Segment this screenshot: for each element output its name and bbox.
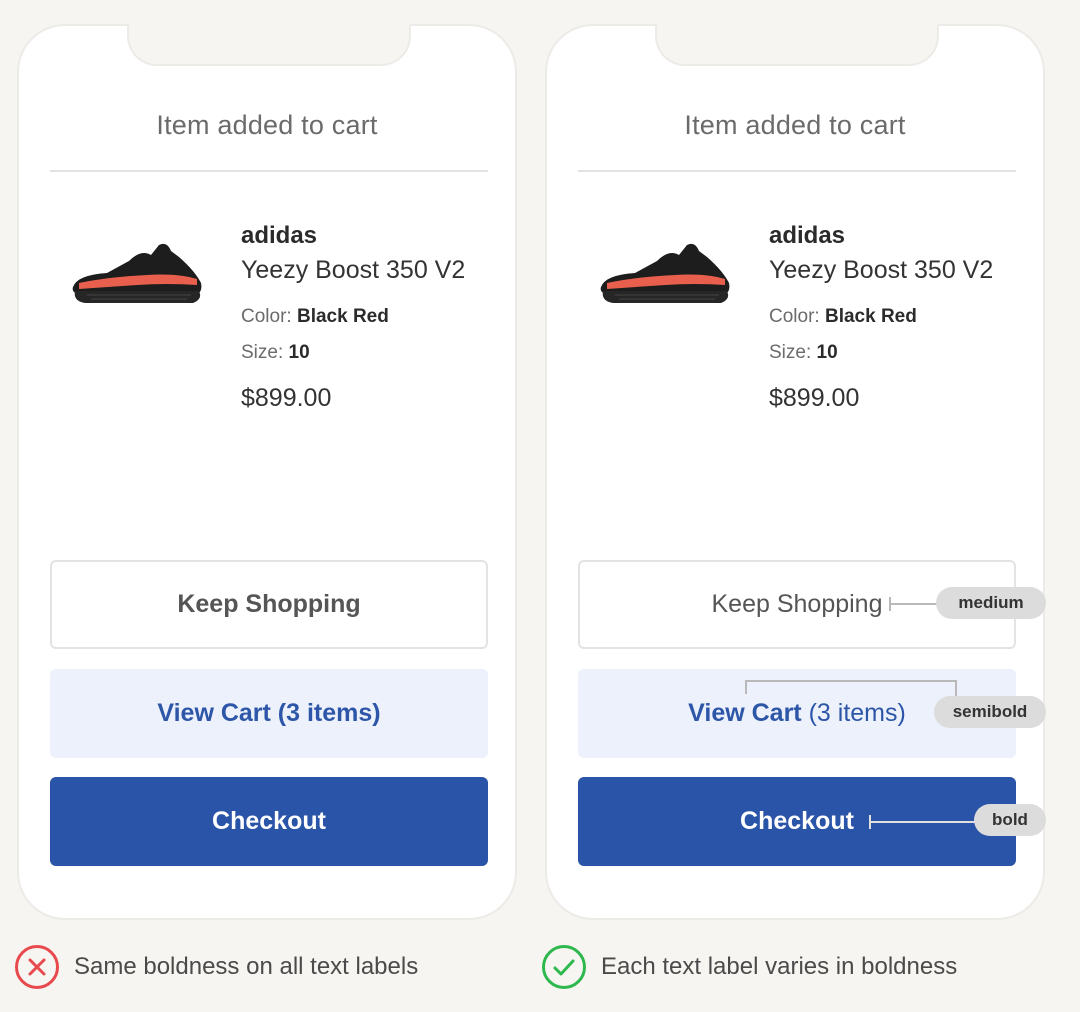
annotation-line-medium (890, 603, 940, 605)
product-brand: adidas (241, 222, 318, 249)
check-circle-icon (542, 945, 586, 989)
caption-bad: Same boldness on all text labels (14, 944, 418, 990)
annotation-bold: bold (974, 804, 1046, 836)
product-size: Size: 10 (769, 342, 838, 364)
color-value: Black Red (824, 306, 917, 327)
checkout-button[interactable]: Checkout (50, 777, 488, 866)
size-label: Size: (241, 342, 284, 363)
color-label: Color: (769, 306, 820, 327)
phone-notch (655, 24, 939, 66)
product-name: Yeezy Boost 350 V2 (769, 256, 994, 284)
annotation-semibold: semibold (934, 696, 1046, 728)
sneaker-product-image (600, 243, 730, 303)
size-value: 10 (288, 342, 310, 363)
product-size: Size: 10 (241, 342, 310, 364)
annotation-bracket-left (745, 680, 747, 694)
sneaker-product-image (72, 243, 202, 303)
card-bad-example: Item added to cart adidas Yeezy Boost 35… (17, 24, 517, 920)
product-color: Color: Black Red (769, 306, 917, 328)
modal-title: Item added to cart (156, 110, 378, 140)
divider (50, 170, 488, 172)
annotation-tick-medium (889, 597, 891, 611)
view-cart-label: View Cart (688, 699, 802, 727)
color-label: Color: (241, 306, 292, 327)
divider (578, 170, 1016, 172)
phone-notch (127, 24, 411, 66)
annotation-medium: medium (936, 587, 1046, 619)
annotation-line-bold (870, 821, 980, 823)
modal-title: Item added to cart (684, 110, 906, 140)
size-label: Size: (769, 342, 812, 363)
keep-shopping-button[interactable]: Keep Shopping (50, 560, 488, 649)
annotation-bracket-top (746, 680, 956, 682)
caption-good-text: Each text label varies in boldness (601, 953, 958, 980)
product-color: Color: Black Red (241, 306, 389, 328)
annotation-tick-bold (869, 815, 871, 829)
x-circle-icon (15, 945, 59, 989)
product-price: $899.00 (769, 384, 860, 412)
size-value: 10 (816, 342, 838, 363)
card-good-example: Item added to cart adidas Yeezy Boost 35… (545, 24, 1045, 920)
product-name: Yeezy Boost 350 V2 (241, 256, 466, 284)
caption-bad-text: Same boldness on all text labels (74, 953, 419, 980)
product-brand: adidas (769, 222, 846, 249)
view-cart-button[interactable]: View Cart (3 items) (50, 669, 488, 758)
color-value: Black Red (296, 306, 389, 327)
item-count-label: (3 items) (808, 699, 906, 727)
caption-good: Each text label varies in boldness (541, 944, 957, 990)
product-price: $899.00 (241, 384, 332, 412)
